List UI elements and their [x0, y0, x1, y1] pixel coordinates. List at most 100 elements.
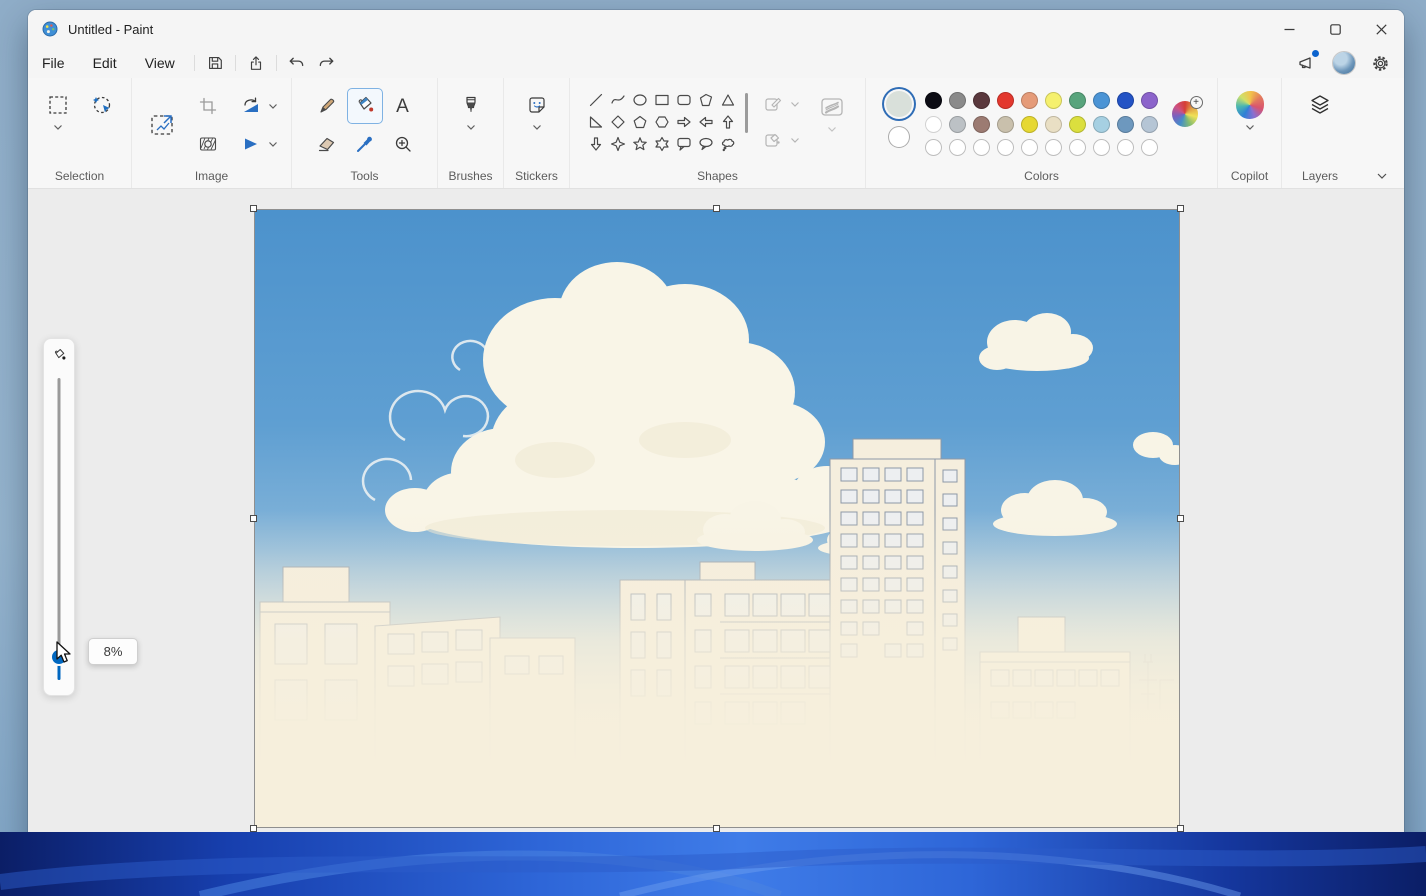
palette-color-swatch[interactable] [1045, 139, 1062, 156]
close-button[interactable] [1358, 10, 1404, 48]
copilot-dropdown-chevron[interactable] [1245, 123, 1255, 131]
palette-color-swatch[interactable] [997, 116, 1014, 133]
shape-callout-cloud[interactable] [717, 133, 739, 155]
palette-color-swatch[interactable] [925, 92, 942, 109]
shape-lightning[interactable] [607, 155, 629, 157]
shape-rectangle[interactable] [651, 89, 673, 111]
shape-right-triangle[interactable] [585, 111, 607, 133]
line-size-chevron[interactable] [827, 125, 837, 133]
palette-color-swatch[interactable] [973, 92, 990, 109]
palette-color-swatch[interactable] [1021, 116, 1038, 133]
ribbon-collapse-chevron[interactable] [1376, 171, 1388, 180]
menu-file[interactable]: File [28, 52, 79, 74]
remove-background-button[interactable] [190, 126, 226, 162]
palette-color-swatch[interactable] [949, 116, 966, 133]
selection-handle[interactable] [713, 825, 720, 832]
palette-color-swatch[interactable] [1093, 92, 1110, 109]
stickers-dropdown-chevron[interactable] [532, 123, 542, 131]
palette-color-swatch[interactable] [949, 139, 966, 156]
palette-color-swatch[interactable] [1069, 116, 1086, 133]
stickers-button[interactable] [519, 87, 555, 123]
title-bar[interactable]: Untitled - Paint [28, 10, 1404, 48]
palette-color-swatch[interactable] [973, 116, 990, 133]
line-size-button[interactable] [814, 89, 850, 125]
layers-button[interactable] [1302, 87, 1338, 123]
palette-color-swatch[interactable] [1045, 116, 1062, 133]
palette-color-swatch[interactable] [1141, 139, 1158, 156]
slider-track[interactable] [58, 378, 61, 680]
crop-button[interactable] [190, 88, 226, 124]
feedback-megaphone-icon[interactable] [1297, 53, 1317, 73]
palette-color-swatch[interactable] [997, 139, 1014, 156]
shape-hexagon[interactable] [651, 111, 673, 133]
settings-gear-icon[interactable] [1371, 54, 1390, 73]
eyedropper-tool-button[interactable] [347, 126, 383, 162]
palette-color-swatch[interactable] [925, 139, 942, 156]
shape-triangle[interactable] [717, 89, 739, 111]
shape-outline-button[interactable] [758, 89, 788, 119]
palette-color-swatch[interactable] [1045, 92, 1062, 109]
palette-color-swatch[interactable] [1093, 116, 1110, 133]
shape-outline-chevron[interactable] [790, 100, 800, 108]
shape-arrow-up[interactable] [717, 111, 739, 133]
selection-handle[interactable] [1177, 515, 1184, 522]
selection-handle[interactable] [1177, 825, 1184, 832]
selection-handle[interactable] [713, 205, 720, 212]
shape-heart[interactable] [585, 155, 607, 157]
palette-color-swatch[interactable] [1141, 92, 1158, 109]
pencil-tool-button[interactable] [309, 88, 345, 124]
primary-color-swatch[interactable] [886, 91, 912, 117]
shape-star-six[interactable] [651, 133, 673, 155]
magnifier-tool-button[interactable] [385, 126, 421, 162]
selection-handle[interactable] [250, 825, 257, 832]
edit-colors-button[interactable]: + [1172, 101, 1198, 127]
shape-callout-rounded[interactable] [673, 133, 695, 155]
flip-dropdown-chevron[interactable] [268, 140, 278, 148]
eraser-tool-button[interactable] [309, 126, 345, 162]
palette-color-swatch[interactable] [1117, 139, 1134, 156]
rotate-dropdown-chevron[interactable] [268, 102, 278, 110]
palette-color-swatch[interactable] [1021, 92, 1038, 109]
fill-tool-button[interactable] [347, 88, 383, 124]
redo-button[interactable] [312, 51, 342, 75]
undo-button[interactable] [282, 51, 312, 75]
brushes-dropdown-chevron[interactable] [466, 123, 476, 131]
palette-color-swatch[interactable] [925, 116, 942, 133]
shape-rounded-rectangle[interactable] [673, 89, 695, 111]
rotate-button[interactable] [236, 88, 266, 124]
shape-star-four[interactable] [607, 133, 629, 155]
shape-pentagon[interactable] [629, 111, 651, 133]
share-button[interactable] [241, 51, 271, 75]
flip-button[interactable] [236, 126, 266, 162]
canvas[interactable] [255, 210, 1179, 827]
shape-diamond[interactable] [607, 111, 629, 133]
save-button[interactable] [200, 51, 230, 75]
text-tool-button[interactable]: A [385, 88, 421, 124]
shape-arrow-left[interactable] [695, 111, 717, 133]
shape-callout-oval[interactable] [695, 133, 717, 155]
palette-color-swatch[interactable] [1021, 139, 1038, 156]
selection-handle[interactable] [250, 205, 257, 212]
selection-handle[interactable] [250, 515, 257, 522]
selection-handle[interactable] [1177, 205, 1184, 212]
secondary-color-swatch[interactable] [888, 126, 910, 148]
palette-color-swatch[interactable] [973, 139, 990, 156]
copilot-button[interactable] [1232, 87, 1268, 123]
shape-curve[interactable] [607, 89, 629, 111]
minimize-button[interactable] [1266, 10, 1312, 48]
palette-color-swatch[interactable] [1117, 92, 1134, 109]
shape-fill-button[interactable] [758, 125, 788, 155]
palette-color-swatch[interactable] [997, 92, 1014, 109]
brushes-button[interactable] [453, 87, 489, 123]
shape-line[interactable] [585, 89, 607, 111]
palette-color-swatch[interactable] [1117, 116, 1134, 133]
selection-dropdown-chevron[interactable] [53, 123, 63, 131]
shape-arrow-down[interactable] [585, 133, 607, 155]
palette-color-swatch[interactable] [1069, 139, 1086, 156]
shape-star-five[interactable] [629, 133, 651, 155]
shapes-scrollbar[interactable] [745, 93, 748, 133]
account-avatar[interactable] [1333, 52, 1355, 74]
shape-arrow-right[interactable] [673, 111, 695, 133]
shape-polygon[interactable] [695, 89, 717, 111]
menu-view[interactable]: View [131, 52, 189, 74]
